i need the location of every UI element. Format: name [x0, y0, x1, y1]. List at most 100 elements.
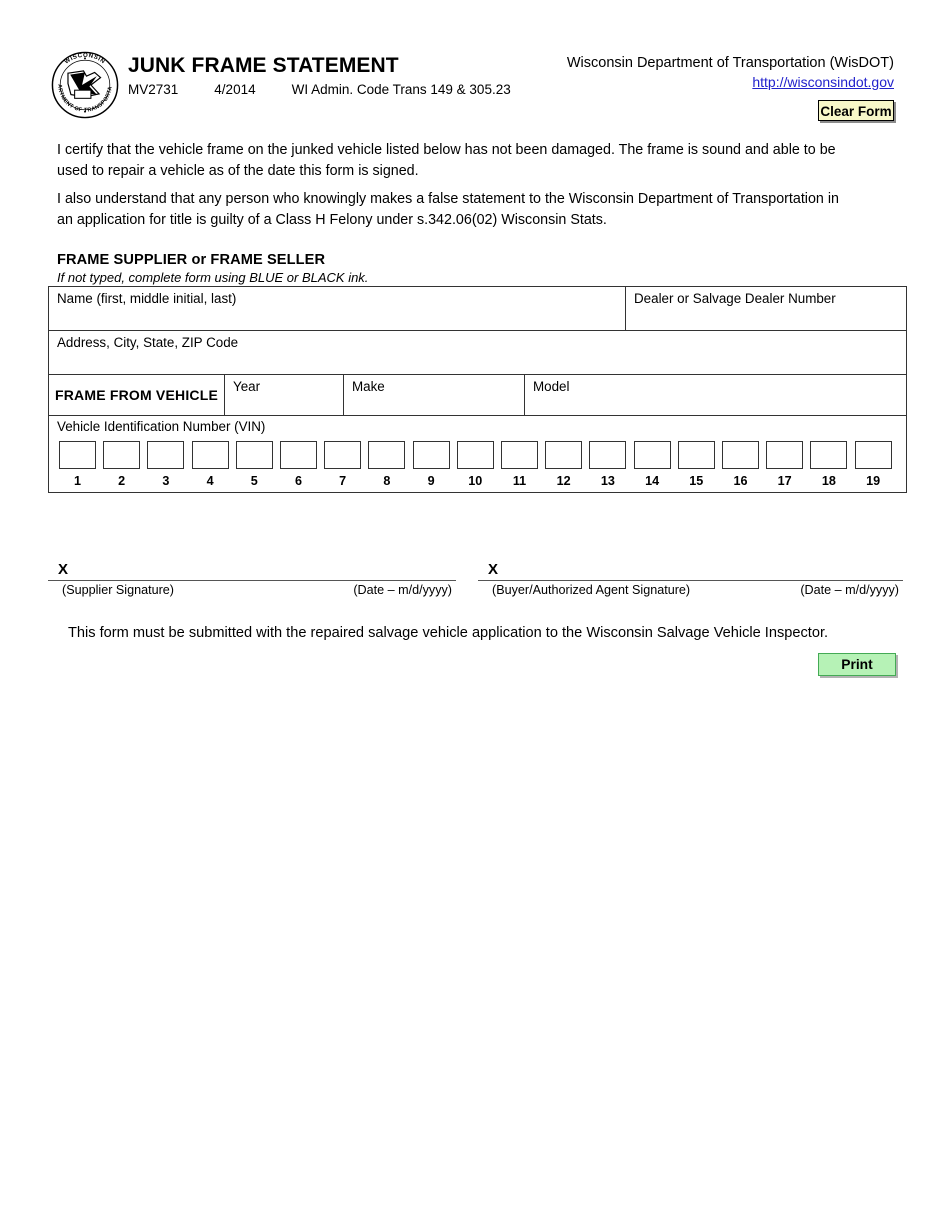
vin-input-5[interactable]: [235, 441, 273, 469]
vin-position-number-5: 5: [250, 474, 258, 488]
buyer-signature-block: X (Buyer/Authorized Agent Signature) (Da…: [478, 560, 903, 601]
table-row-address: Address, City, State, ZIP Code: [49, 331, 906, 375]
vin-position-number-19: 19: [866, 474, 881, 488]
frame-from-vehicle-label: FRAME FROM VEHICLE: [54, 387, 219, 403]
vin-cell-3: 3: [147, 441, 185, 488]
vin-input-16[interactable]: [722, 441, 759, 469]
clear-form-button[interactable]: Clear Form: [818, 100, 894, 121]
vin-input-9[interactable]: [412, 441, 450, 469]
vin-input-2[interactable]: [103, 441, 141, 469]
supplier-signature-captions: (Supplier Signature) (Date – m/d/yyyy): [48, 583, 456, 601]
vin-input-19[interactable]: [854, 441, 892, 469]
address-field-cell[interactable]: Address, City, State, ZIP Code: [49, 331, 906, 374]
vin-cell-16: 16: [722, 441, 759, 488]
vin-cell-6: 6: [280, 441, 317, 488]
vin-input-13[interactable]: [589, 441, 627, 469]
vin-cell-5: 5: [235, 441, 273, 488]
vin-position-number-13: 13: [600, 474, 615, 488]
print-button[interactable]: Print: [818, 653, 896, 676]
vin-position-number-14: 14: [645, 474, 660, 488]
vin-cell-7: 7: [324, 441, 362, 488]
vin-position-number-4: 4: [206, 474, 214, 488]
agency-url-link[interactable]: http://wisconsindot.gov: [752, 73, 894, 91]
vin-cell-11: 11: [501, 441, 538, 488]
table-row-name: Name (first, middle initial, last) Deale…: [49, 287, 906, 331]
model-field-cell[interactable]: Model: [525, 375, 906, 415]
supplier-signature-caption: (Supplier Signature): [62, 583, 175, 597]
make-field-cell[interactable]: Make: [344, 375, 525, 415]
make-label: Make: [352, 379, 385, 394]
vin-position-number-12: 12: [556, 474, 571, 488]
vin-input-12[interactable]: [545, 441, 583, 469]
section-heading: FRAME SUPPLIER or FRAME SELLER: [57, 252, 326, 268]
vin-input-18[interactable]: [810, 441, 848, 469]
vin-position-number-1: 1: [73, 474, 81, 488]
form-revision-date: 4/2014: [214, 82, 256, 97]
vin-input-4[interactable]: [191, 441, 229, 469]
vin-cell-13: 13: [589, 441, 627, 488]
buyer-date-caption: (Date – m/d/yyyy): [800, 583, 899, 597]
certification-paragraph-1: I certify that the vehicle frame on the …: [57, 142, 836, 179]
name-field-cell[interactable]: Name (first, middle initial, last): [49, 287, 626, 330]
dealer-number-label: Dealer or Salvage Dealer Number: [634, 291, 836, 306]
name-label: Name (first, middle initial, last): [57, 291, 237, 306]
vin-cell-10: 10: [456, 441, 494, 488]
vin-position-number-16: 16: [733, 474, 748, 488]
submission-note: This form must be submitted with the rep…: [68, 625, 829, 641]
vin-position-number-15: 15: [689, 474, 704, 488]
buyer-signature-x-mark: X: [488, 561, 499, 578]
buyer-signature-captions: (Buyer/Authorized Agent Signature) (Date…: [478, 583, 903, 601]
vin-cell-18: 18: [810, 441, 848, 488]
vin-input-6[interactable]: [280, 441, 317, 469]
vin-input-15[interactable]: [677, 441, 715, 469]
model-label: Model: [533, 379, 570, 394]
vin-cell-17: 17: [766, 441, 804, 488]
vin-position-number-17: 17: [777, 474, 792, 488]
vin-position-number-3: 3: [162, 474, 170, 488]
supplier-info-table: Name (first, middle initial, last) Deale…: [48, 286, 907, 493]
vin-cell-4: 4: [191, 441, 229, 488]
supplier-date-caption: (Date – m/d/yyyy): [353, 583, 452, 597]
buyer-signature-caption: (Buyer/Authorized Agent Signature): [492, 583, 691, 597]
vin-label: Vehicle Identification Number (VIN): [57, 419, 266, 434]
vin-cell-8: 8: [368, 441, 406, 488]
address-label: Address, City, State, ZIP Code: [57, 335, 239, 350]
vin-input-11[interactable]: [501, 441, 538, 469]
vin-position-number-8: 8: [383, 474, 391, 488]
frame-from-vehicle-cell: FRAME FROM VEHICLE: [49, 375, 225, 415]
vin-input-7[interactable]: [324, 441, 362, 469]
table-row-vin: Vehicle Identification Number (VIN) 1234…: [49, 416, 906, 492]
agency-block: Wisconsin Department of Transportation (…: [567, 54, 894, 92]
year-label: Year: [233, 379, 261, 394]
vin-position-number-11: 11: [512, 474, 527, 488]
vin-input-1[interactable]: [59, 441, 96, 469]
supplier-signature-line[interactable]: [48, 580, 456, 581]
vin-input-10[interactable]: [456, 441, 494, 469]
form-number: MV2731: [128, 82, 179, 97]
wisconsin-dot-seal-icon: WISCONSIN DEPARTMENT OF TRANSPORTATION: [48, 48, 122, 122]
supplier-signature-x-mark: X: [58, 561, 69, 578]
vin-position-number-6: 6: [294, 474, 302, 488]
vin-position-number-2: 2: [118, 474, 126, 488]
form-meta: MV2731 4/2014 WI Admin. Code Trans 149 & 3…: [128, 82, 511, 98]
vin-cell-19: 19: [854, 441, 892, 488]
vin-box-group: 1 2 3 4 5 6 7 8 9 10 11 12 13 14 15 16 17 18 19: [59, 441, 899, 491]
vin-input-17[interactable]: [766, 441, 804, 469]
vin-input-14[interactable]: [633, 441, 671, 469]
vin-input-3[interactable]: [147, 441, 185, 469]
vin-cell-2: 2: [103, 441, 141, 488]
form-code-reference: WI Admin. Code Trans 149 & 305.23: [291, 82, 511, 97]
section-subheading: If not typed, complete form using BLUE o…: [57, 270, 369, 285]
vin-cell-1: 1: [59, 441, 96, 488]
vin-cell-14: 14: [633, 441, 671, 488]
year-field-cell[interactable]: Year: [225, 375, 344, 415]
page-title: JUNK FRAME STATEMENT: [128, 54, 399, 77]
vin-position-number-10: 10: [468, 474, 483, 488]
agency-name: Wisconsin Department of Transportation (…: [566, 55, 894, 71]
buyer-signature-line[interactable]: [478, 580, 903, 581]
table-row-vehicle: FRAME FROM VEHICLE Year Make Model: [49, 375, 906, 416]
vin-input-8[interactable]: [368, 441, 406, 469]
supplier-signature-block: X (Supplier Signature) (Date – m/d/yyyy): [48, 560, 456, 601]
dealer-number-field-cell[interactable]: Dealer or Salvage Dealer Number: [626, 287, 906, 330]
vin-cell-15: 15: [677, 441, 715, 488]
